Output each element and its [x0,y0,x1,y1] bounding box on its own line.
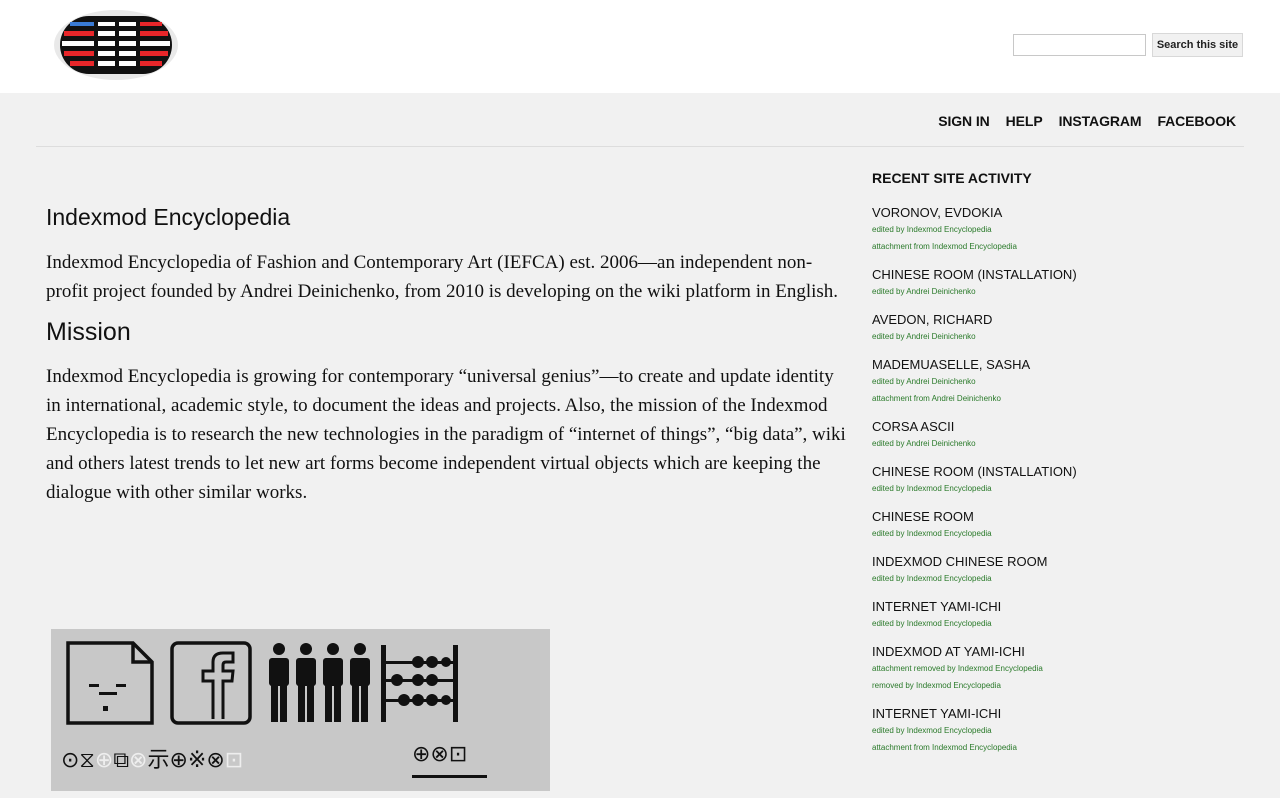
activity-detail[interactable]: edited by Andrei Deinichenko [872,328,1232,345]
activity-list: VORONOV, EVDOKIA edited by Indexmod Encyc… [872,205,1232,756]
activity-item: MADEMUASELLE, SASHA edited by Andrei Dein… [872,357,1232,407]
nav-facebook[interactable]: FACEBOOK [1157,113,1236,129]
mission-paragraph: Indexmod Encyclopedia is growing for con… [46,366,846,503]
activity-title-link[interactable]: INTERNET YAMI-ICHI [872,706,1232,722]
activity-detail[interactable]: edited by Andrei Deinichenko [872,283,1232,300]
abacus-icon [381,645,458,722]
logo-icon [54,10,178,80]
search-input[interactable] [1013,34,1146,56]
activity-item: VORONOV, EVDOKIA edited by Indexmod Encyc… [872,205,1232,255]
activity-title-link[interactable]: MADEMUASELLE, SASHA [872,357,1232,373]
activity-detail[interactable]: attachment from Indexmod Encyclopedia [872,238,1232,255]
nav-help[interactable]: HELP [1006,113,1043,129]
mission-heading: Mission [46,318,131,346]
people-icon [269,643,370,722]
activity-item: INDEXMOD AT YAMI-ICHI attachment removed … [872,644,1232,694]
banner-glyph-row: ⊙⧖⊕⧉⊗⽰⊕※⊗⊡ [61,742,243,774]
page-title: Indexmod Encyclopedia [46,204,291,230]
activity-title-link[interactable]: CORSA ASCII [872,419,1232,435]
activity-detail[interactable]: attachment from Andrei Deinichenko [872,390,1232,407]
site-header: Search this site [0,0,1280,93]
nav-instagram[interactable]: INSTAGRAM [1059,113,1142,129]
activity-item: CHINESE ROOM (INSTALLATION) edited by And… [872,267,1232,300]
page-body: SIGN IN HELP INSTAGRAM FACEBOOK Indexmod… [0,93,1280,798]
activity-detail[interactable]: edited by Indexmod Encyclopedia [872,722,1232,739]
activity-detail[interactable]: edited by Indexmod Encyclopedia [872,480,1232,497]
icon-banner: ⊙⧖⊕⧉⊗⽰⊕※⊗⊡ ⊕⊗⊡ [51,629,550,791]
site-logo[interactable] [52,8,180,82]
banner-glyph-right: ⊕⊗⊡ [412,742,468,767]
activity-title-link[interactable]: INDEXMOD CHINESE ROOM [872,554,1232,570]
glyphs-e: ⽰⊕※⊗ [147,748,225,773]
banner-underline [412,775,487,778]
activity-item: CHINESE ROOM (INSTALLATION) edited by Ind… [872,464,1232,497]
recent-activity-sidebar: RECENT SITE ACTIVITY VORONOV, EVDOKIA edi… [872,170,1232,768]
intro-paragraph: Indexmod Encyclopedia of Fashion and Con… [46,252,839,302]
header-divider [36,146,1244,147]
glyphs-c: ⧉ [113,748,130,773]
activity-item: AVEDON, RICHARD edited by Andrei Deiniche… [872,312,1232,345]
search-button[interactable]: Search this site [1152,33,1243,57]
activity-detail[interactable]: edited by Andrei Deinichenko [872,435,1232,452]
glyphs-f: ⊡ [224,748,244,773]
glyphs-a: ⊙⧖ [61,748,95,773]
activity-detail[interactable]: attachment removed by Indexmod Encyclope… [872,660,1232,677]
activity-detail[interactable]: edited by Andrei Deinichenko [872,373,1232,390]
activity-title-link[interactable]: AVEDON, RICHARD [872,312,1232,328]
activity-title-link[interactable]: INTERNET YAMI-ICHI [872,599,1232,615]
glyphs-b: ⊕ [94,748,114,773]
activity-title-link[interactable]: CHINESE ROOM (INSTALLATION) [872,267,1232,283]
activity-detail[interactable]: attachment from Indexmod Encyclopedia [872,739,1232,756]
activity-item: CHINESE ROOM edited by Indexmod Encyclope… [872,509,1232,542]
document-face-icon [66,641,154,725]
activity-detail[interactable]: edited by Indexmod Encyclopedia [872,615,1232,632]
main-content: Indexmod Encyclopedia Indexmod Encyclope… [46,204,846,507]
activity-title-link[interactable]: CHINESE ROOM [872,509,1232,525]
facebook-icon [170,641,252,725]
activity-title-link[interactable]: INDEXMOD AT YAMI-ICHI [872,644,1232,660]
activity-item: INTERNET YAMI-ICHI edited by Indexmod Enc… [872,599,1232,632]
sidebar-heading: RECENT SITE ACTIVITY [872,170,1032,186]
top-navigation: SIGN IN HELP INSTAGRAM FACEBOOK [938,113,1236,129]
activity-title-link[interactable]: VORONOV, EVDOKIA [872,205,1232,221]
activity-detail[interactable]: edited by Indexmod Encyclopedia [872,570,1232,587]
activity-title-link[interactable]: CHINESE ROOM (INSTALLATION) [872,464,1232,480]
activity-item: INDEXMOD CHINESE ROOM edited by Indexmod … [872,554,1232,587]
activity-detail[interactable]: edited by Indexmod Encyclopedia [872,221,1232,238]
activity-detail[interactable]: removed by Indexmod Encyclopedia [872,677,1232,694]
activity-item: INTERNET YAMI-ICHI edited by Indexmod Enc… [872,706,1232,756]
nav-sign-in[interactable]: SIGN IN [938,113,990,129]
activity-detail[interactable]: edited by Indexmod Encyclopedia [872,525,1232,542]
activity-item: CORSA ASCII edited by Andrei Deinichenko [872,419,1232,452]
glyphs-d: ⊗ [129,748,148,773]
